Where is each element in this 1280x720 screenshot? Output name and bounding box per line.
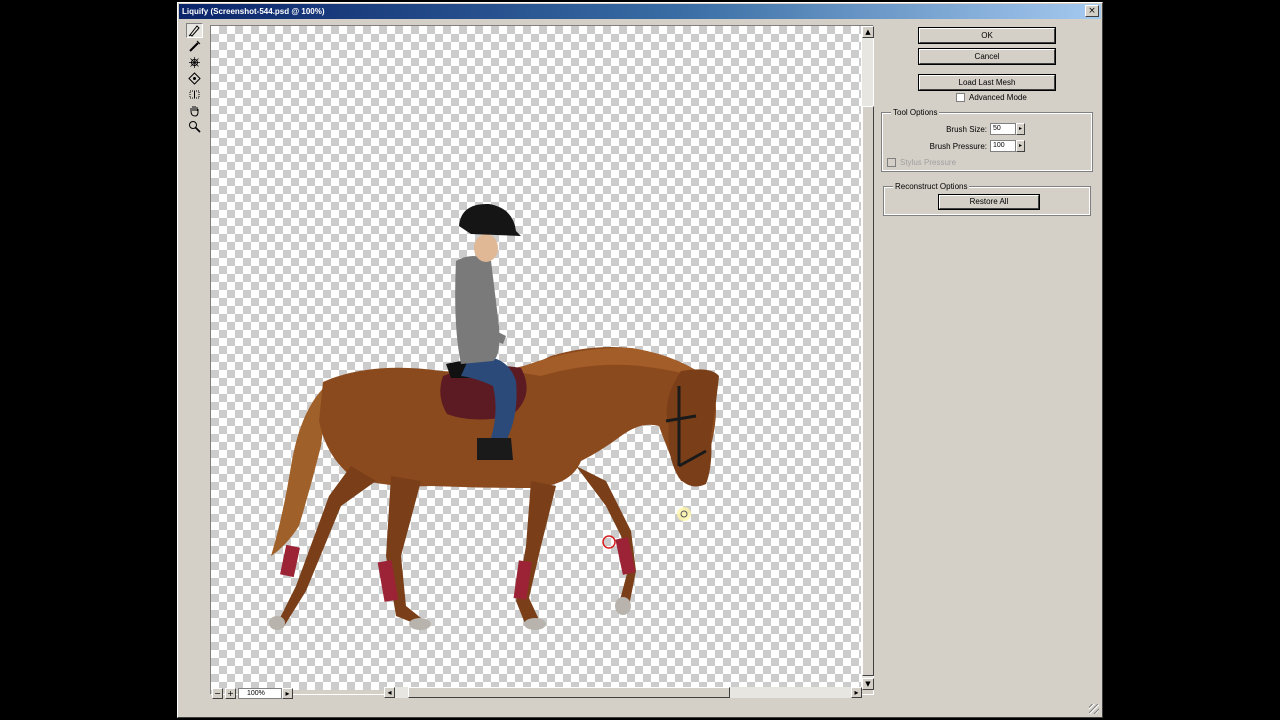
advanced-mode-checkbox[interactable] [956, 93, 965, 102]
riding-helmet [459, 203, 521, 236]
reconstruct-options-title: Reconstruct Options [893, 182, 970, 191]
brush-pressure-input[interactable]: 100 [990, 140, 1016, 152]
reconstruct-tool-icon[interactable] [186, 39, 203, 54]
preview-frame: ▲ ▼ [210, 25, 874, 695]
advanced-mode-toggle[interactable]: Advanced Mode [956, 93, 1027, 102]
brush-size-label: Brush Size: [946, 124, 987, 134]
vertical-scroll-thumb[interactable] [862, 106, 874, 676]
pointer-highlight-icon [677, 507, 691, 521]
title-bar[interactable]: Liquify (Screenshot-544.psd @ 100%) × [179, 4, 1101, 19]
tool-options-group: Tool Options Brush Size: 50 ▸ Brush Pres… [881, 108, 1093, 172]
rider-jacket [455, 256, 500, 364]
brush-pressure-row: Brush Pressure: 100 ▸ [913, 140, 1025, 152]
preview-canvas[interactable] [211, 26, 861, 690]
hoof [269, 616, 285, 630]
ok-button[interactable]: OK [918, 27, 1056, 44]
brush-size-input[interactable]: 50 [990, 123, 1016, 135]
stylus-pressure-label: Stylus Pressure [900, 158, 957, 167]
tool-palette [182, 23, 208, 135]
hoof [409, 618, 431, 630]
pucker-tool-icon[interactable] [186, 55, 203, 70]
rider-face [474, 234, 498, 262]
front-leg-left [516, 481, 556, 626]
horse-and-rider-image [269, 203, 719, 630]
brush-pressure-label: Brush Pressure: [929, 141, 987, 151]
stylus-pressure-toggle: Stylus Pressure [887, 158, 956, 167]
brush-pressure-arrow-icon[interactable]: ▸ [1016, 140, 1025, 152]
window-title: Liquify (Screenshot-544.psd @ 100%) [182, 7, 325, 16]
zoom-level-field[interactable]: 100% [238, 687, 282, 699]
brush-cursor-icon [602, 535, 616, 549]
push-left-tool-icon[interactable] [186, 87, 203, 102]
resize-grip-icon[interactable] [1089, 704, 1099, 714]
hoof [615, 597, 631, 615]
zoom-bar: − + 100% ▸ ◂ ▸ [210, 687, 862, 699]
hind-leg-right [386, 476, 421, 626]
close-button[interactable]: × [1085, 5, 1099, 17]
hoof [524, 618, 546, 630]
scroll-left-icon[interactable]: ◂ [384, 687, 395, 698]
forward-warp-tool-icon[interactable] [186, 23, 203, 38]
stylus-pressure-checkbox [887, 158, 896, 167]
options-panel: OK Cancel Load Last Mesh Advanced Mode T… [874, 23, 1104, 715]
scroll-right-icon[interactable]: ▸ [851, 687, 862, 698]
zoom-out-button[interactable]: − [212, 687, 223, 699]
zoom-in-button[interactable]: + [225, 687, 236, 699]
liquify-dialog: Liquify (Screenshot-544.psd @ 100%) × ▲ … [177, 2, 1103, 718]
tool-options-title: Tool Options [891, 108, 940, 117]
advanced-mode-label: Advanced Mode [969, 93, 1027, 102]
bloat-tool-icon[interactable] [186, 71, 203, 86]
brush-size-row: Brush Size: 50 ▸ [913, 123, 1025, 135]
scroll-up-icon[interactable]: ▲ [862, 26, 874, 38]
zoom-tool-icon[interactable] [186, 119, 203, 134]
zoom-menu-arrow-icon[interactable]: ▸ [282, 687, 293, 699]
vertical-scrollbar[interactable]: ▲ ▼ [861, 26, 874, 690]
horse-head [666, 369, 719, 487]
scroll-down-icon[interactable]: ▼ [862, 678, 874, 690]
leg-wrap [280, 544, 300, 578]
load-last-mesh-button[interactable]: Load Last Mesh [918, 74, 1056, 91]
rider-boot [477, 438, 513, 460]
cancel-button[interactable]: Cancel [918, 48, 1056, 65]
horizontal-scroll-thumb[interactable] [408, 687, 730, 698]
hand-tool-icon[interactable] [186, 103, 203, 118]
brush-size-arrow-icon[interactable]: ▸ [1016, 123, 1025, 135]
horizontal-scrollbar[interactable]: ◂ ▸ [384, 687, 862, 698]
reconstruct-options-group: Reconstruct Options Restore All [883, 182, 1091, 216]
restore-all-button[interactable]: Restore All [938, 194, 1040, 210]
